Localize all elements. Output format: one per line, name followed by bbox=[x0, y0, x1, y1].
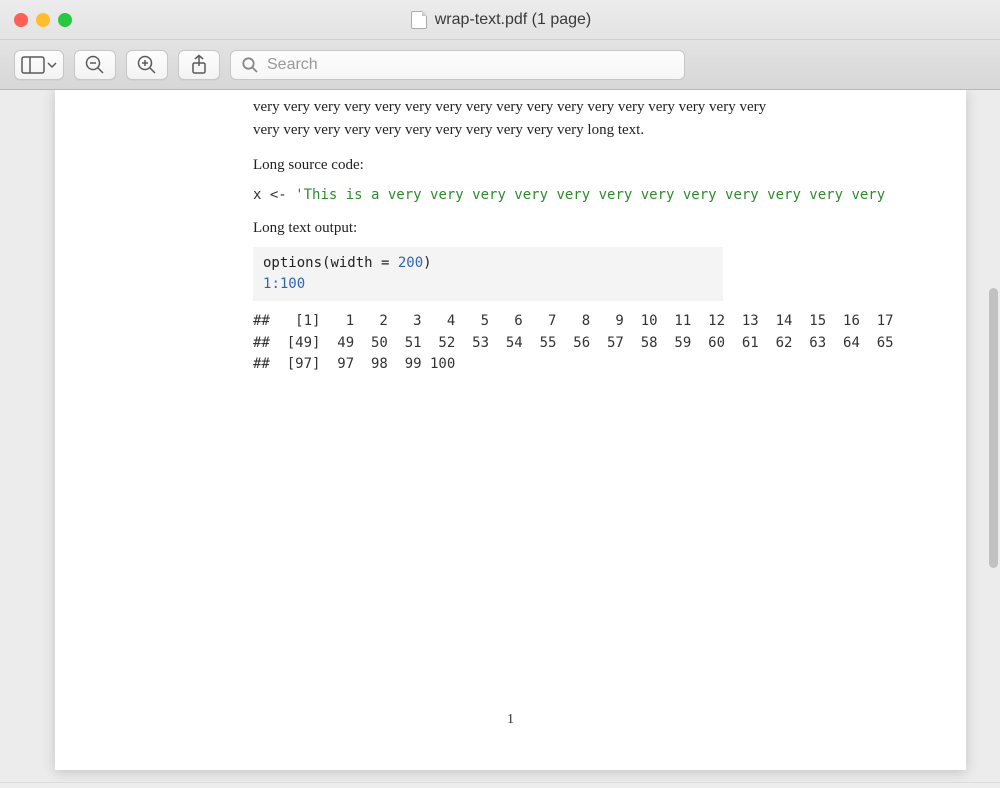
code-fn: options bbox=[263, 255, 322, 271]
output-block: ## [1] 1 2 3 4 5 6 7 8 9 10 11 12 13 14 … bbox=[253, 311, 948, 376]
share-icon bbox=[188, 54, 210, 76]
pdf-page: very very very very very very very very … bbox=[55, 90, 966, 770]
page-number: 1 bbox=[55, 712, 966, 728]
zoom-window-button[interactable] bbox=[58, 13, 72, 27]
heading-source: Long source code: bbox=[253, 157, 948, 174]
file-icon bbox=[411, 11, 427, 29]
vertical-scrollbar-thumb[interactable] bbox=[989, 288, 998, 568]
output-row: ## [49] 49 50 51 52 53 54 55 56 57 58 59… bbox=[253, 335, 894, 351]
paragraph-text: very very very very very very very very … bbox=[253, 90, 788, 143]
code-assign: x <- bbox=[253, 187, 295, 203]
search-field[interactable] bbox=[230, 50, 685, 80]
window-controls bbox=[14, 13, 72, 27]
window-title: wrap-text.pdf (1 page) bbox=[435, 11, 592, 29]
code-close: ) bbox=[423, 255, 431, 271]
titlebar: wrap-text.pdf (1 page) bbox=[0, 0, 1000, 40]
search-input[interactable] bbox=[267, 56, 674, 74]
code-num-100: 100 bbox=[280, 276, 305, 292]
close-window-button[interactable] bbox=[14, 13, 28, 27]
bottom-bar bbox=[0, 782, 1000, 788]
output-row: ## [97] 97 98 99 100 bbox=[253, 356, 455, 372]
document-viewport[interactable]: very very very very very very very very … bbox=[0, 90, 1000, 782]
sidebar-toggle-button[interactable] bbox=[14, 50, 64, 80]
minimize-window-button[interactable] bbox=[36, 13, 50, 27]
code-paren: (width = bbox=[322, 255, 398, 271]
title-region: wrap-text.pdf (1 page) bbox=[72, 11, 930, 29]
heading-output: Long text output: bbox=[253, 220, 948, 237]
chevron-down-icon bbox=[47, 61, 57, 69]
code-source-line: x <- 'This is a very very very very very… bbox=[253, 184, 948, 206]
zoom-out-button[interactable] bbox=[74, 50, 116, 80]
output-row: ## [1] 1 2 3 4 5 6 7 8 9 10 11 12 13 14 … bbox=[253, 313, 894, 329]
zoom-out-icon bbox=[84, 54, 106, 76]
share-button[interactable] bbox=[178, 50, 220, 80]
code-op: : bbox=[271, 276, 279, 292]
document-body: very very very very very very very very … bbox=[55, 90, 966, 376]
sidebar-icon bbox=[21, 56, 45, 74]
code-num: 200 bbox=[398, 255, 423, 271]
zoom-in-button[interactable] bbox=[126, 50, 168, 80]
zoom-in-icon bbox=[136, 54, 158, 76]
code-string: 'This is a very very very very very very… bbox=[295, 187, 885, 203]
toolbar bbox=[0, 40, 1000, 90]
search-icon bbox=[241, 56, 259, 74]
code-block: options(width = 200)1:100 bbox=[253, 247, 723, 301]
